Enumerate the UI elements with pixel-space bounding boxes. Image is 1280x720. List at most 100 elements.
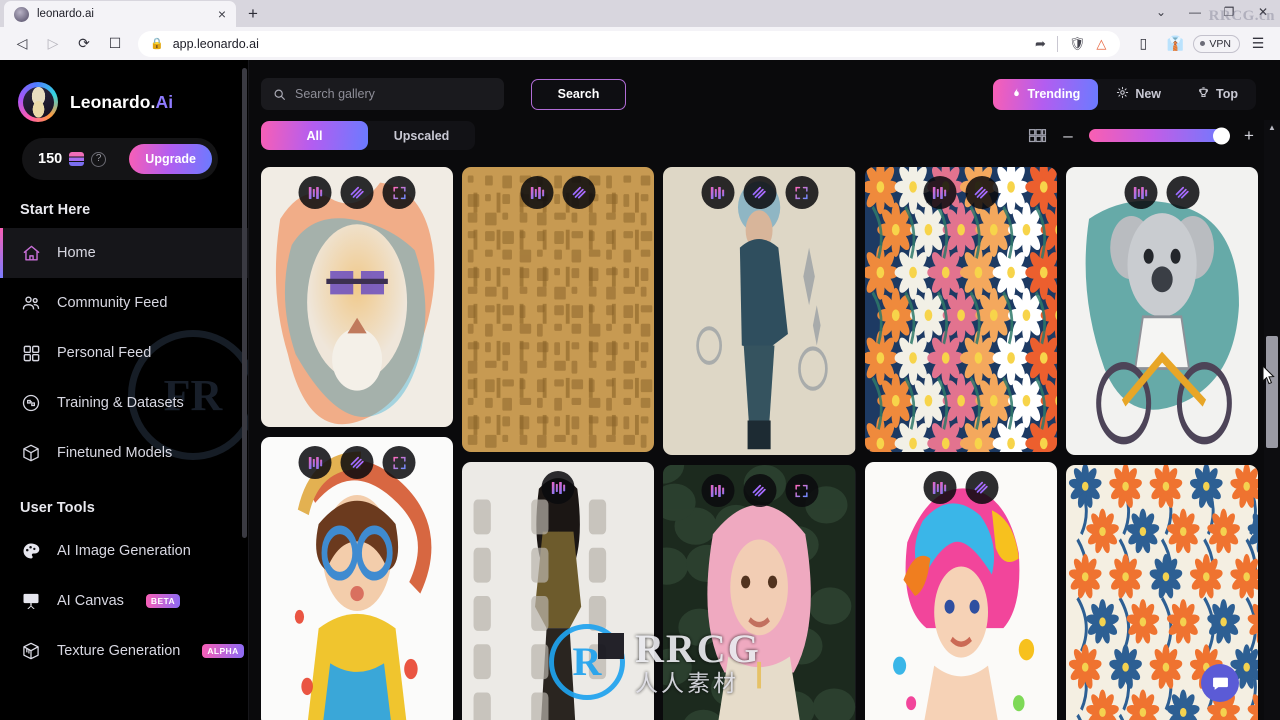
gallery-card[interactable] [462, 462, 655, 720]
sidebar-scrollbar[interactable] [242, 68, 247, 538]
filter-tab-all[interactable]: All [261, 121, 368, 150]
credits-pill: 150 ? Upgrade [22, 138, 218, 180]
sort-tabs: Trending New Top [992, 78, 1256, 110]
sidebar-item-training-datasets[interactable]: Training & Datasets [0, 378, 248, 428]
question-mark-icon[interactable]: ? [91, 151, 107, 167]
remix-button[interactable] [923, 471, 957, 504]
gallery-card[interactable] [663, 167, 856, 455]
section-label-user-tools: User Tools [20, 500, 95, 516]
remix-button[interactable] [298, 446, 332, 479]
sidebar-item-home[interactable]: Home [0, 228, 248, 278]
sidebar-item-ai-canvas[interactable]: AI Canvas BETA [0, 576, 248, 626]
masonry-columns [261, 167, 1258, 720]
gallery-card[interactable] [261, 437, 454, 720]
address-bar[interactable]: 🔒 app.leonardo.ai ➦ 🛡 △ [138, 30, 1121, 57]
search-button[interactable]: Search [531, 78, 626, 110]
remix-button[interactable] [923, 176, 957, 209]
gallery-image [1065, 167, 1258, 455]
tab-new[interactable]: New [1098, 79, 1179, 110]
zoom-in-button[interactable]: + [1242, 127, 1256, 144]
share-icon[interactable]: ➦ [1035, 36, 1046, 52]
home-icon [20, 242, 42, 264]
remix-icon [529, 185, 545, 201]
remix-icon [710, 185, 726, 201]
scroll-up-arrow[interactable]: ▲ [1264, 120, 1280, 135]
filter-tab-upscaled[interactable]: Upscaled [368, 121, 475, 150]
upscale-button[interactable] [1166, 176, 1200, 209]
menu-icon[interactable]: ☰ [1244, 31, 1272, 57]
vpn-status-badge[interactable]: VPN [1193, 34, 1240, 53]
gallery-card[interactable] [1065, 167, 1258, 455]
upscale-icon [349, 455, 365, 471]
gallery-card[interactable] [261, 167, 454, 427]
expand-button[interactable] [785, 176, 818, 209]
browser-tab[interactable]: leonardo.ai × [4, 1, 236, 27]
tab-top[interactable]: Top [1179, 79, 1256, 110]
close-icon[interactable]: × [216, 7, 228, 21]
expand-button[interactable] [382, 446, 416, 479]
grid-layout-icon[interactable] [1028, 128, 1047, 144]
search-field-wrapper[interactable] [261, 78, 504, 110]
window-close-icon[interactable]: ✕ [1246, 0, 1280, 24]
remix-button[interactable] [541, 471, 575, 504]
brave-shield-icon[interactable]: 🛡 [1069, 36, 1086, 52]
new-tab-button[interactable]: + [239, 1, 267, 27]
sidebar-item-ai-image-generation[interactable]: AI Image Generation [0, 526, 248, 576]
upscale-button[interactable] [965, 176, 999, 209]
upscale-button[interactable] [340, 176, 374, 209]
tab-list-icon[interactable]: ⌄ [1144, 0, 1178, 24]
card-action-bar [1124, 176, 1200, 209]
address-bar-actions: ➦ 🛡 △ [1035, 35, 1108, 52]
page-scrollbar[interactable]: ▲ ▼ [1264, 120, 1280, 720]
gallery-card[interactable] [663, 465, 856, 720]
zoom-out-button[interactable]: – [1061, 127, 1075, 144]
tab-trending[interactable]: Trending [992, 78, 1099, 110]
chat-widget-button[interactable] [1201, 664, 1239, 702]
sidebar-item-community-feed[interactable]: Community Feed [0, 278, 248, 328]
sidebar-item-personal-feed[interactable]: Personal Feed [0, 328, 248, 378]
forward-icon[interactable]: ▷ [39, 31, 67, 57]
gallery-card[interactable] [864, 462, 1057, 720]
expand-button[interactable] [382, 176, 416, 209]
grid-size-slider[interactable] [1089, 127, 1230, 144]
brave-leo-icon[interactable]: △ [1096, 36, 1106, 52]
back-icon[interactable]: ◁ [8, 31, 36, 57]
expand-icon [391, 185, 407, 201]
gallery-toolbar: Search Trending New [249, 60, 1280, 150]
brand-logo-row[interactable]: Leonardo.Ai [0, 60, 248, 122]
upscale-icon [349, 185, 365, 201]
upgrade-button[interactable]: Upgrade [129, 144, 212, 174]
app-sidebar: FR Leonardo.Ai 150 ? Upgrade Start Here … [0, 60, 249, 720]
remix-button[interactable] [298, 176, 332, 209]
remix-button[interactable] [701, 474, 734, 507]
scrollbar-thumb[interactable] [1266, 336, 1278, 448]
upscale-button[interactable] [743, 176, 776, 209]
sidepanel-icon[interactable]: ▯ [1129, 31, 1157, 57]
slider-thumb[interactable] [1213, 127, 1230, 144]
minimize-icon[interactable]: — [1178, 0, 1212, 24]
navigation-toolbar: ◁ ▷ ⟳ ☐ 🔒 app.leonardo.ai ➦ 🛡 △ ▯ 👔 VPN … [0, 27, 1280, 60]
sidebar-item-texture-generation[interactable]: Texture Generation ALPHA [0, 626, 248, 676]
bookmark-icon[interactable]: ☐ [101, 31, 129, 57]
remix-button[interactable] [1124, 176, 1158, 209]
upscale-button[interactable] [743, 474, 776, 507]
search-input[interactable] [295, 87, 492, 101]
reload-icon[interactable]: ⟳ [70, 31, 98, 57]
upscale-button[interactable] [965, 471, 999, 504]
page-viewport: FR Leonardo.Ai 150 ? Upgrade Start Here … [0, 60, 1280, 720]
remix-icon [307, 455, 323, 471]
wallet-icon[interactable]: 👔 [1161, 31, 1189, 57]
remix-button[interactable] [520, 176, 554, 209]
gallery-card[interactable] [864, 167, 1057, 452]
sidebar-item-label: Training & Datasets [57, 395, 184, 411]
upscale-button[interactable] [562, 176, 596, 209]
sidebar-item-finetuned-models[interactable]: Finetuned Models [0, 428, 248, 478]
remix-button[interactable] [701, 176, 734, 209]
expand-button[interactable] [785, 474, 818, 507]
upscale-button[interactable] [340, 446, 374, 479]
gallery-card[interactable] [462, 167, 655, 452]
maximize-icon[interactable]: ❐ [1212, 0, 1246, 24]
card-action-bar [520, 176, 596, 209]
gallery-column [1065, 167, 1258, 720]
upscale-icon [752, 483, 768, 499]
